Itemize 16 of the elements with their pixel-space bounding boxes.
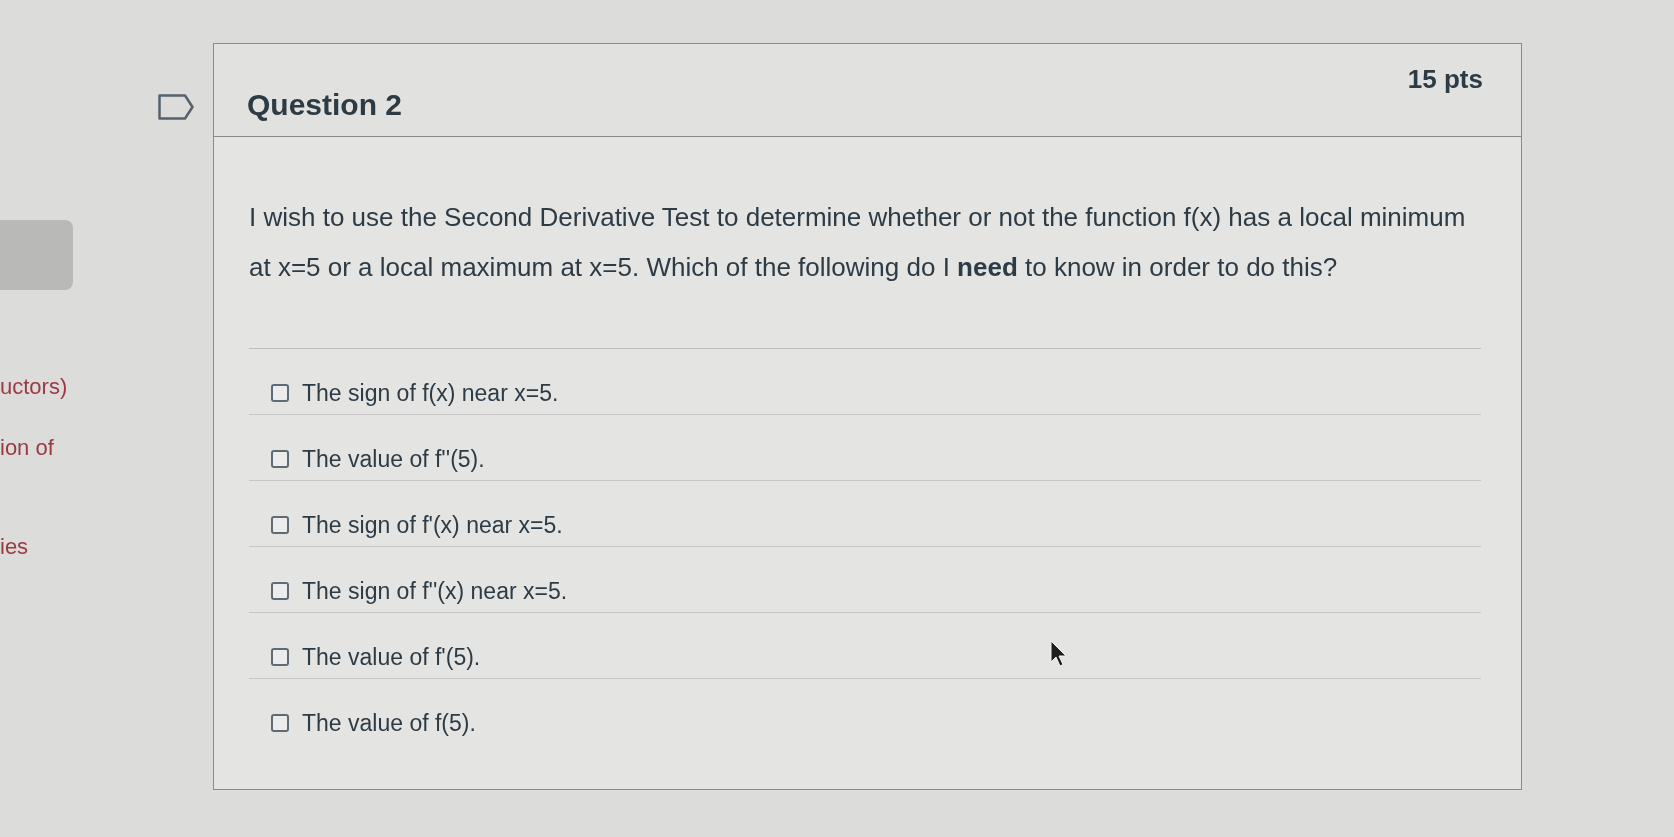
checkbox[interactable] bbox=[271, 384, 289, 402]
flag-icon[interactable] bbox=[158, 94, 194, 120]
checkbox[interactable] bbox=[271, 582, 289, 600]
question-title: Question 2 bbox=[247, 87, 403, 123]
points-label: 15 pts bbox=[1407, 63, 1483, 95]
checkbox[interactable] bbox=[271, 516, 289, 534]
answer-option[interactable]: The value of f(5). bbox=[271, 709, 476, 737]
sidebar-link-text[interactable]: ion of bbox=[0, 434, 54, 462]
option-label: The value of f(5). bbox=[302, 709, 476, 737]
checkbox[interactable] bbox=[271, 714, 289, 732]
sidebar-link-text[interactable]: uctors) bbox=[0, 373, 68, 401]
mouse-pointer-icon bbox=[1050, 640, 1068, 668]
question-text: I wish to use the Second Derivative Test to determine whether or not the function f(x) has a local minimum at x=5 or a local maximum at x=5. Which of the following do I need to know in order to do this? bbox=[249, 201, 1467, 284]
sidebar-link-text[interactable]: ies bbox=[0, 533, 29, 561]
checkbox[interactable] bbox=[271, 648, 289, 666]
checkbox[interactable] bbox=[271, 450, 289, 468]
